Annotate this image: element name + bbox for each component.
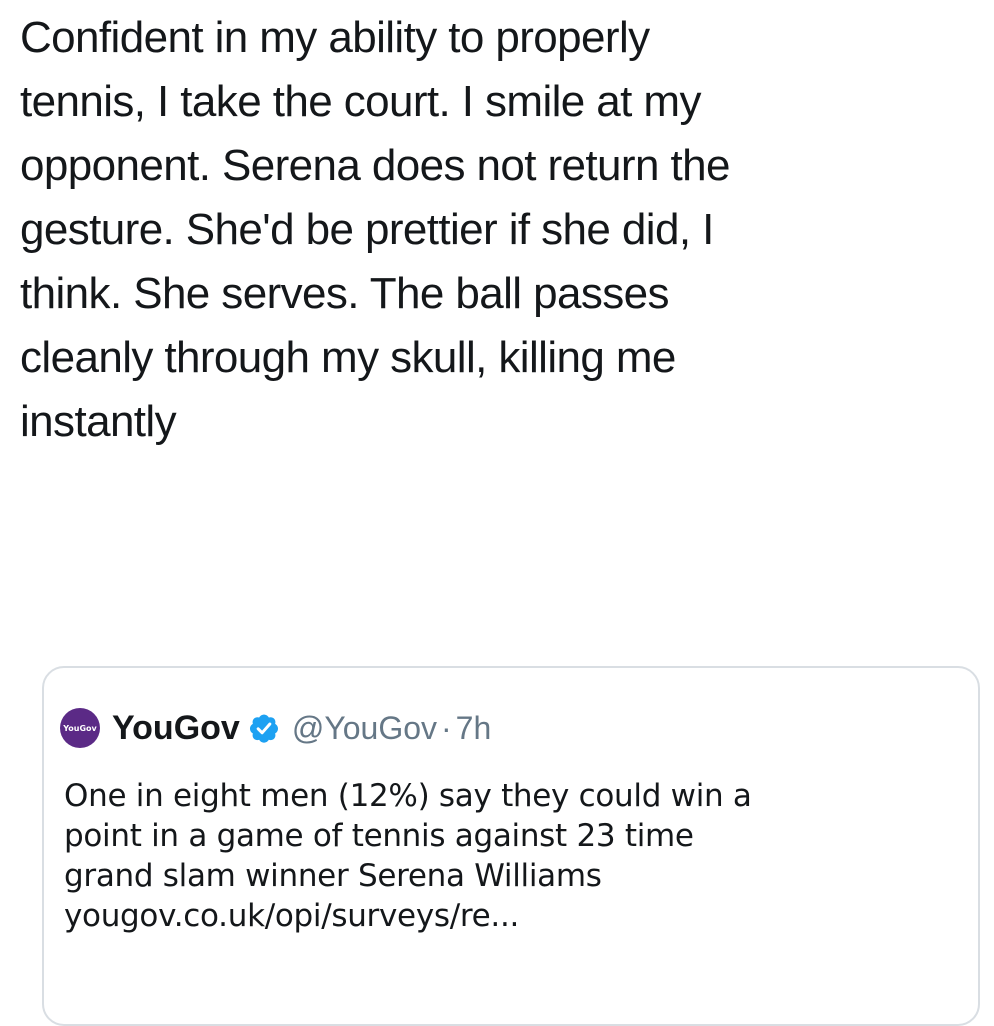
tweet-text-line: opponent. Serena does not return the (20, 141, 730, 190)
display-name[interactable]: YouGov (112, 709, 240, 748)
verified-badge-icon (248, 712, 280, 744)
quoted-tweet-header: YouGov YouGov @YouGov · 7h (60, 706, 491, 750)
quoted-tweet-card[interactable]: YouGov YouGov @YouGov · 7h One in eight … (42, 666, 980, 1026)
avatar-logo-text: YouGov (63, 723, 97, 733)
tweet-text-line: instantly (20, 397, 177, 446)
quoted-tweet-text-line: point in a game of tennis against 23 tim… (64, 818, 694, 854)
quoted-tweet-text: One in eight men (12%) say they could wi… (64, 776, 964, 936)
survey-link[interactable]: yougov.co.uk/opi/surveys/re... (64, 896, 964, 936)
tweet-text-line: gesture. She'd be prettier if she did, I (20, 205, 714, 254)
tweet-text-line: think. She serves. The ball passes (20, 269, 670, 318)
quoted-tweet-text-line: One in eight men (12%) say they could wi… (64, 778, 752, 814)
separator-dot: · (441, 709, 452, 746)
tweet-text-line: Confident in my ability to properly (20, 13, 650, 62)
tweet-text-line: tennis, I take the court. I smile at my (20, 77, 701, 126)
handle[interactable]: @YouGov (292, 710, 437, 747)
quoted-tweet-text-line: grand slam winner Serena Williams (64, 858, 602, 894)
tweet-text: Confident in my ability to properly tenn… (20, 6, 970, 454)
avatar[interactable]: YouGov (60, 708, 100, 748)
tweet-text-line: cleanly through my skull, killing me (20, 333, 676, 382)
timestamp[interactable]: 7h (456, 710, 492, 747)
